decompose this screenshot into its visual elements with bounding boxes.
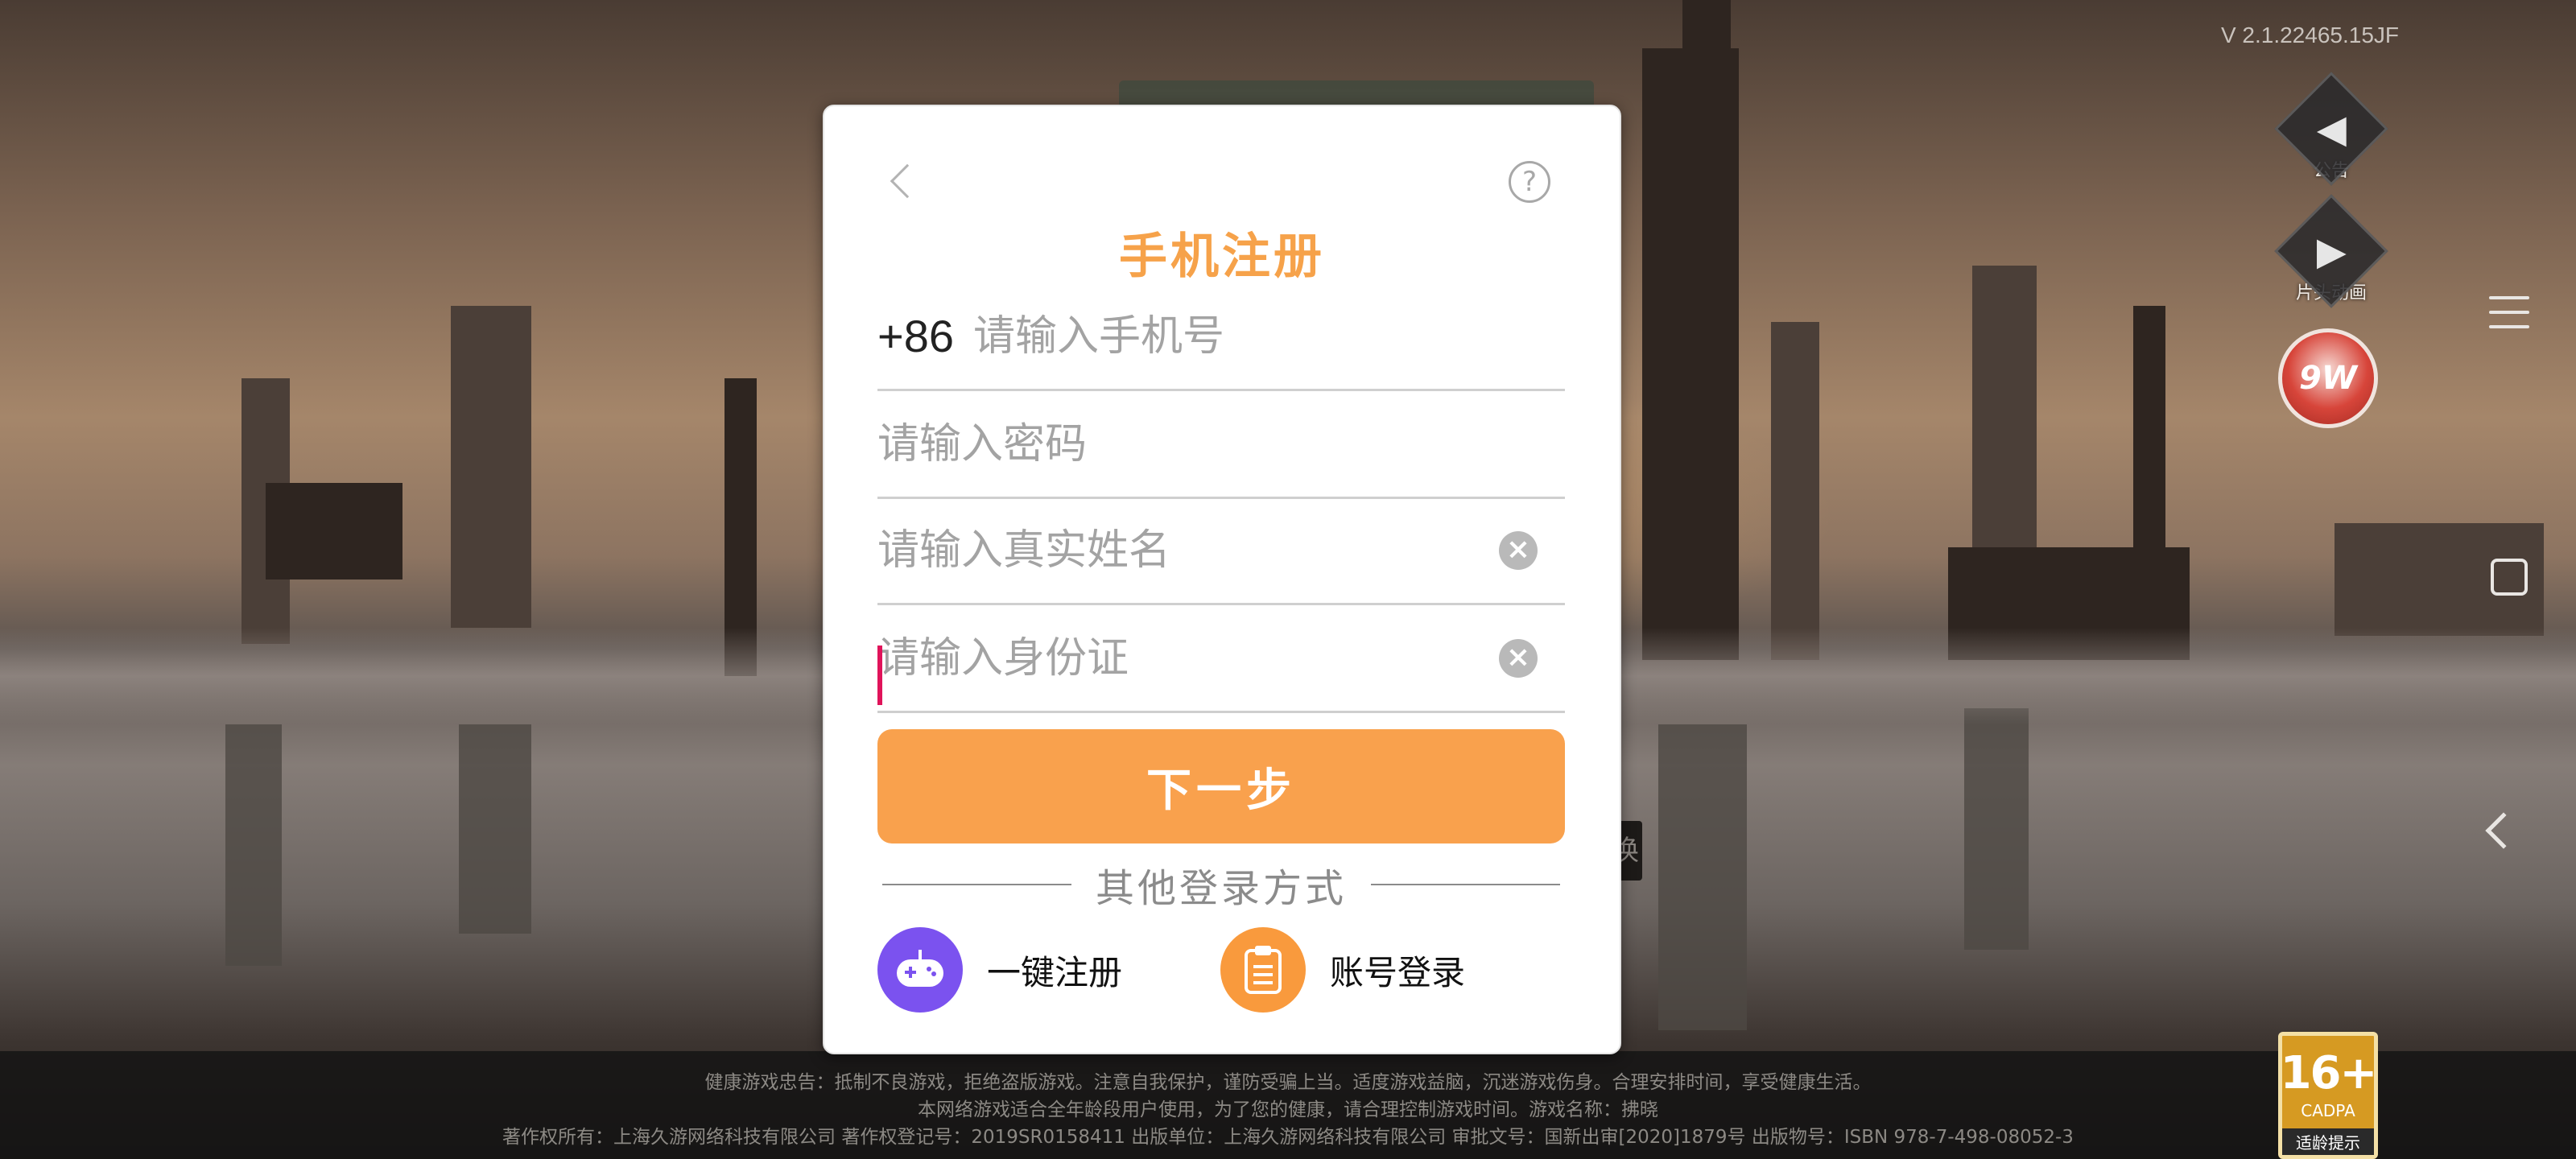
menu-icon[interactable] xyxy=(2489,296,2529,340)
other-methods-label: 其他登录方式 xyxy=(1096,866,1348,911)
clipboard-icon-shape xyxy=(1245,946,1282,994)
id-card-input[interactable] xyxy=(877,633,1499,683)
phone-input[interactable] xyxy=(973,311,1565,361)
tower xyxy=(1682,0,1731,97)
footer-line-3: 著作权所有：上海久游网络科技有限公司 著作权登记号：2019SR0158411 … xyxy=(502,1127,2074,1148)
tower xyxy=(1642,48,1739,660)
password-field xyxy=(877,391,1565,499)
clear-icon[interactable]: × xyxy=(1499,530,1538,570)
tower-reflection xyxy=(1964,708,2029,950)
footer-line-1: 健康游戏忠告：抵制不良游戏，拒绝盗版游戏。注意自我保护，谨防受骗上当。适度游戏益… xyxy=(704,1072,1872,1093)
clear-icon[interactable]: × xyxy=(1499,638,1538,678)
age-rating-tip: 适龄提示 xyxy=(2282,1128,2374,1155)
next-step-button[interactable]: 下一步 xyxy=(877,729,1565,843)
country-code[interactable]: +86 xyxy=(877,310,954,362)
real-name-input[interactable] xyxy=(877,526,1499,575)
tower xyxy=(451,306,531,628)
version-label: V 2.1.22465.15JF xyxy=(2220,23,2399,47)
account-login-option[interactable]: 账号登录 xyxy=(1220,926,1465,1014)
age-rating-badge: 16+ CADPA 适龄提示 xyxy=(2278,1032,2378,1159)
account-login-label: 账号登录 xyxy=(1330,952,1466,992)
recent-apps-icon[interactable] xyxy=(2491,559,2528,596)
dialog-title: 手机注册 xyxy=(1119,229,1325,285)
play-icon: ▶ xyxy=(2274,194,2388,308)
clipboard-icon xyxy=(1220,927,1306,1013)
divider-line xyxy=(882,884,1071,885)
notice-button[interactable]: ◀ 公告 xyxy=(2274,72,2388,186)
phone-field: +86 xyxy=(877,283,1565,391)
id-card-field: × xyxy=(877,605,1565,713)
tower xyxy=(266,483,402,580)
tower-reflection xyxy=(1658,724,1747,1030)
health-notice-footer: 健康游戏忠告：抵制不良游戏，拒绝盗版游戏。注意自我保护，谨防受骗上当。适度游戏益… xyxy=(0,1051,2576,1159)
divider-line xyxy=(1371,884,1561,885)
gamepad-icon-shape xyxy=(897,950,943,987)
intro-animation-button[interactable]: ▶ 片头动画 xyxy=(2274,194,2388,308)
one-click-register-label: 一键注册 xyxy=(987,952,1123,992)
gamepad-icon xyxy=(877,927,963,1013)
real-name-field: × xyxy=(877,497,1565,605)
tower-reflection xyxy=(225,724,282,966)
brand-badge[interactable]: 9W xyxy=(2278,328,2378,428)
speaker-icon: ◀ xyxy=(2274,72,2388,186)
help-icon[interactable]: ? xyxy=(1509,161,1550,203)
one-click-register-option[interactable]: 一键注册 xyxy=(877,926,1122,1014)
other-methods-divider: 其他登录方式 xyxy=(882,856,1561,913)
footer-line-2: 本网络游戏适合全年龄段用户使用，为了您的健康，请合理控制游戏时间。游戏名称：拂晓 xyxy=(918,1099,1658,1120)
tower-reflection xyxy=(459,724,531,934)
age-rating-org: CADPA xyxy=(2301,1101,2355,1120)
tower xyxy=(1771,322,1819,660)
age-rating-number: 16+ xyxy=(2280,1047,2378,1099)
text-cursor xyxy=(877,645,882,705)
password-input[interactable] xyxy=(877,419,1565,468)
